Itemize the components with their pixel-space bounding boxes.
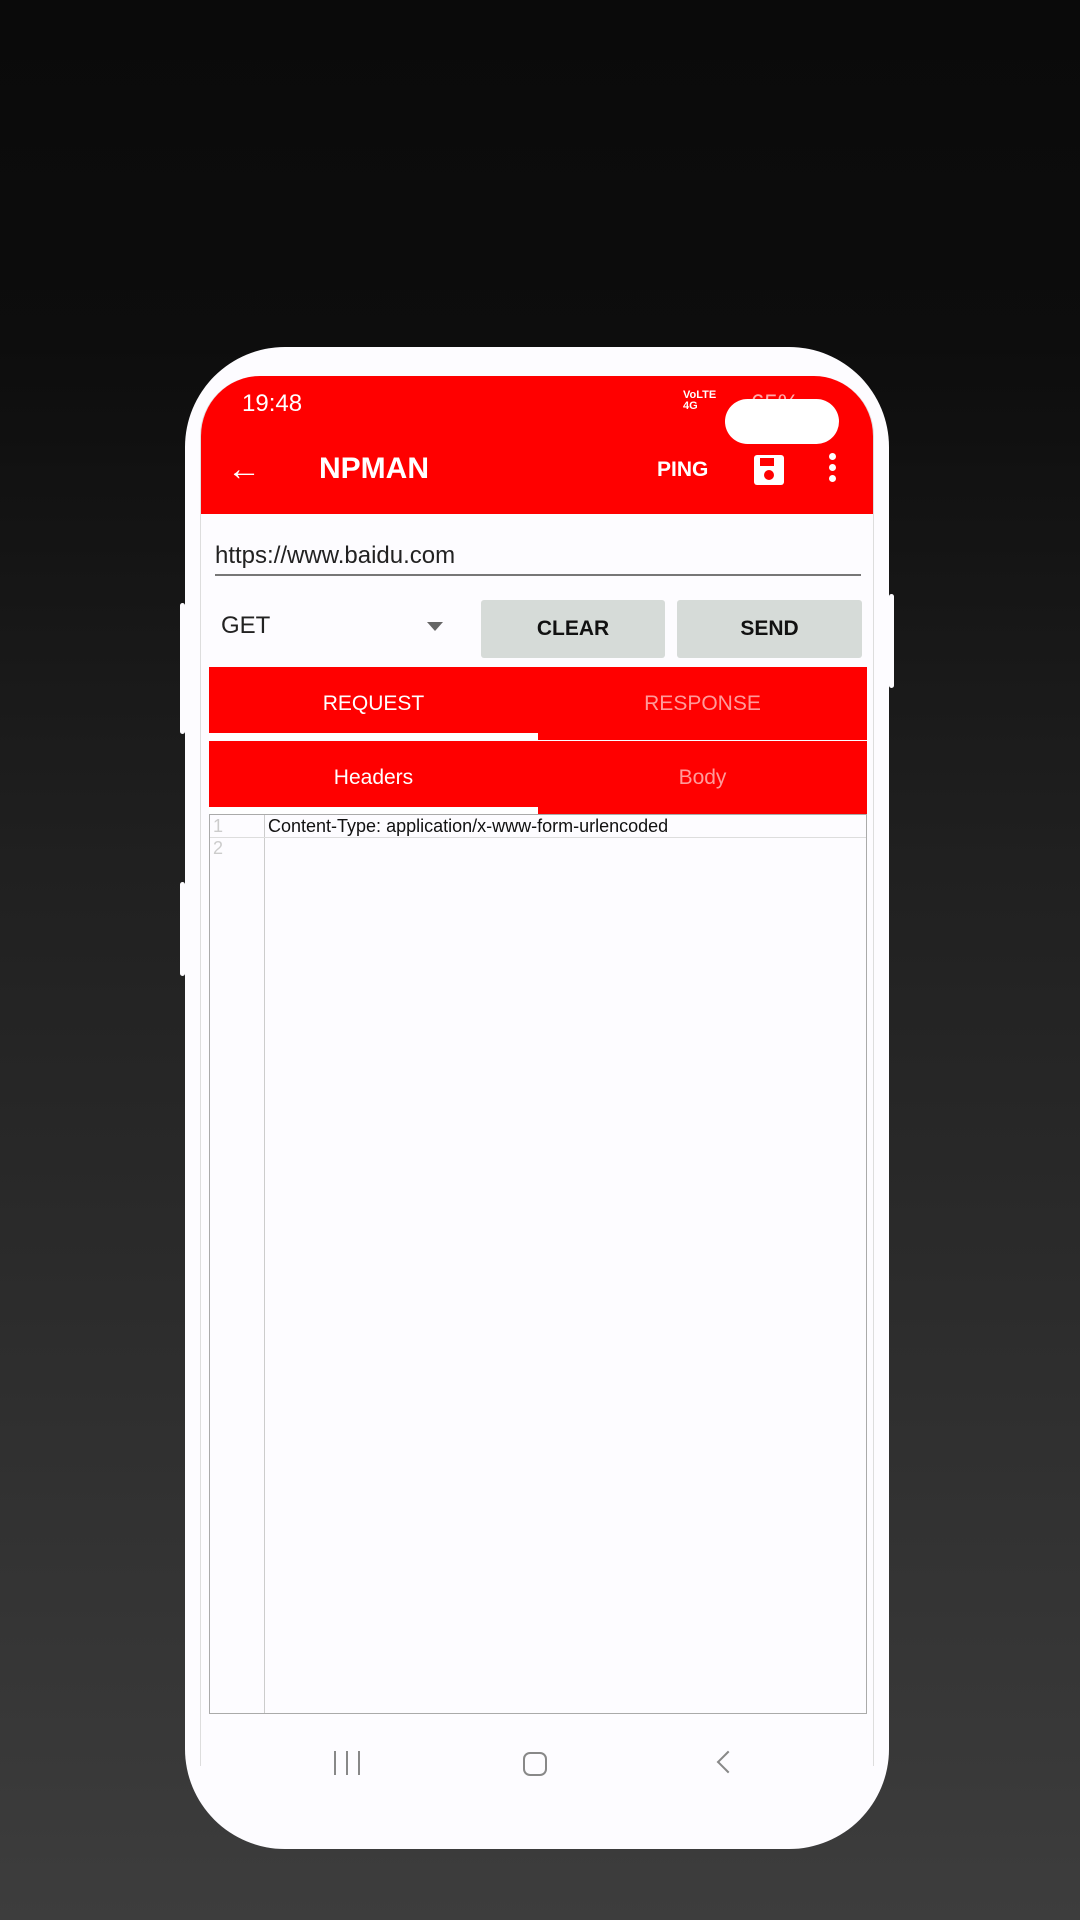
camera-cutout — [725, 399, 839, 444]
tab-headers[interactable]: Headers — [209, 741, 538, 814]
nav-home-icon[interactable] — [523, 1752, 547, 1776]
method-value: GET — [221, 612, 271, 639]
status-time: 19:48 — [242, 390, 303, 417]
sub-tabs: Headers Body — [209, 741, 867, 814]
more-vert-icon[interactable] — [829, 453, 837, 486]
floppy-disk-icon[interactable] — [754, 455, 784, 485]
app-screen: 19:48 VoLTE 4G 65% ← NPMAN PING https://… — [200, 376, 874, 1766]
nav-recents-bar — [346, 1751, 348, 1775]
tab-request[interactable]: REQUEST — [209, 667, 538, 740]
line-number: 2 — [213, 838, 224, 858]
url-input[interactable]: https://www.baidu.com — [215, 538, 861, 576]
app-title: NPMAN — [319, 452, 429, 485]
signal-indicator: VoLTE 4G — [683, 389, 717, 412]
chevron-down-icon — [427, 622, 443, 631]
editor-line: 2 — [210, 838, 866, 860]
send-button[interactable]: SEND — [677, 600, 862, 658]
tab-body[interactable]: Body — [538, 741, 867, 814]
line-text: Content-Type: application/x-www-form-url… — [268, 816, 669, 836]
main-tabs: REQUEST RESPONSE — [209, 667, 867, 740]
clear-button[interactable]: CLEAR — [481, 600, 665, 658]
editor-line: 1 Content-Type: application/x-www-form-u… — [210, 816, 866, 838]
line-number: 1 — [213, 816, 224, 836]
app-bar: 19:48 VoLTE 4G 65% ← NPMAN PING — [201, 376, 873, 514]
ping-button[interactable]: PING — [657, 458, 708, 482]
nav-recents-icon[interactable] — [334, 1751, 360, 1775]
headers-editor[interactable]: 1 Content-Type: application/x-www-form-u… — [209, 814, 867, 1714]
phone-side-button — [889, 594, 894, 688]
tab-response[interactable]: RESPONSE — [538, 667, 867, 740]
line-gutter — [210, 815, 265, 1713]
arrow-left-icon[interactable]: ← — [227, 450, 261, 489]
